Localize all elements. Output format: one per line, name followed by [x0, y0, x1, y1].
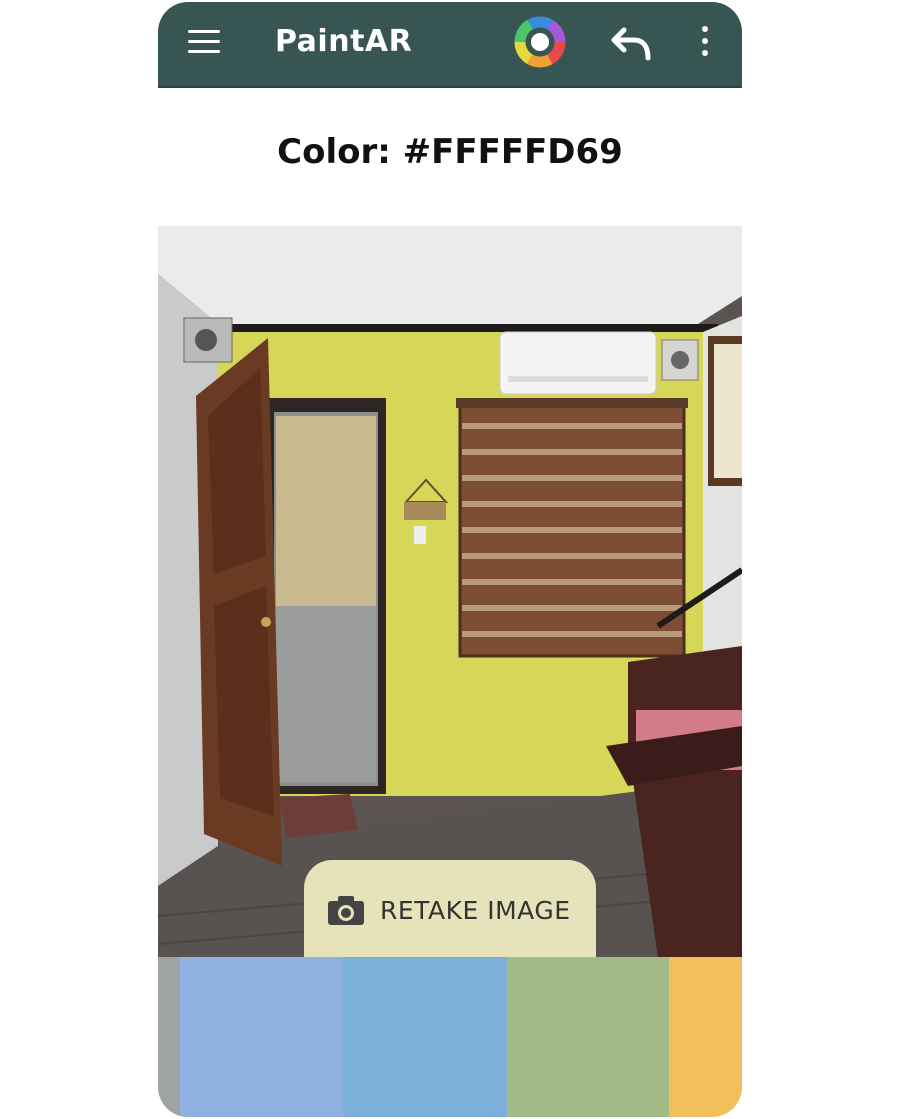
color-swatch[interactable] — [343, 957, 507, 1117]
color-heading: Color: #FFFFFD69 — [277, 132, 623, 172]
app-title: PaintAR — [275, 24, 413, 59]
phone-screen: PaintAR Color: #FFFFFD69 RETAKE IMAGE — [158, 2, 742, 1117]
color-swatch[interactable] — [180, 957, 343, 1117]
color-swatch-strip — [158, 957, 742, 1117]
color-swatch[interactable] — [507, 957, 669, 1117]
color-swatch[interactable] — [669, 957, 742, 1117]
camera-icon — [328, 896, 364, 925]
color-wheel-icon[interactable] — [514, 16, 566, 68]
menu-icon[interactable] — [188, 30, 220, 56]
more-vert-icon[interactable] — [698, 26, 712, 62]
room-photo — [158, 226, 742, 958]
color-swatch[interactable] — [158, 957, 180, 1117]
undo-icon[interactable] — [610, 24, 654, 62]
retake-image-label: RETAKE IMAGE — [380, 895, 571, 925]
retake-image-button[interactable]: RETAKE IMAGE — [304, 860, 596, 960]
air-conditioner — [499, 331, 657, 395]
app-bar: PaintAR — [158, 2, 742, 88]
